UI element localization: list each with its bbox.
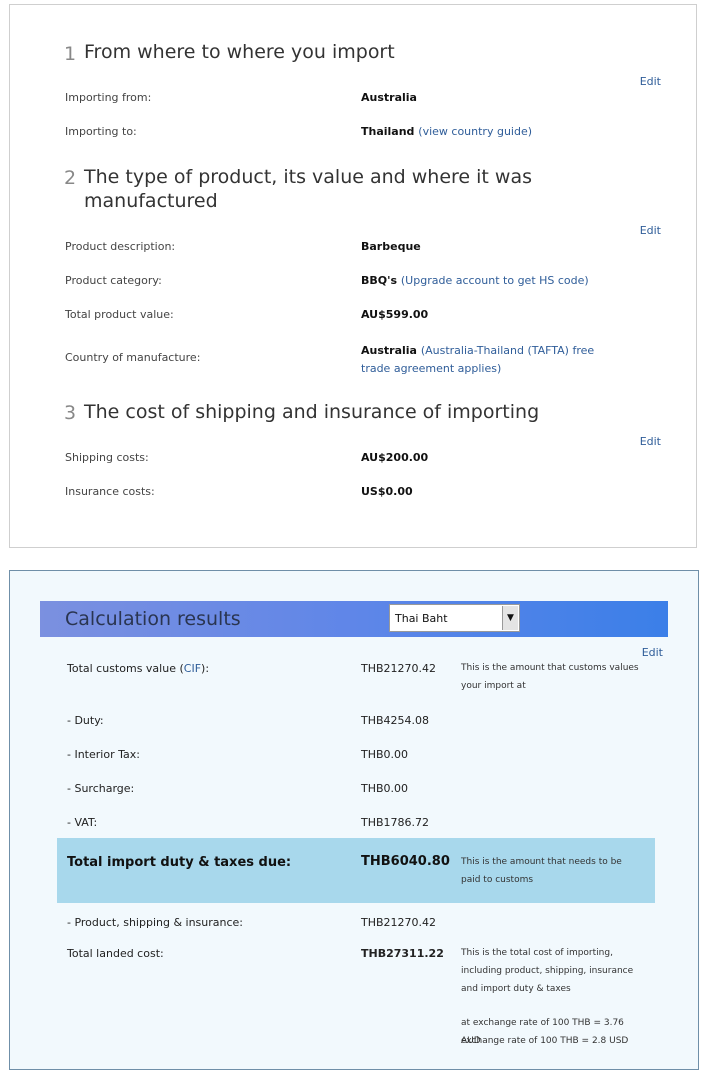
results-header-bar: Calculation results Thai Baht ▼ (40, 601, 668, 637)
total-product-value: AU$599.00 (361, 308, 429, 321)
surcharge-label: - Surcharge: (67, 782, 135, 795)
section-3-heading: 3 (64, 401, 84, 425)
total-landed-cost-value: THB27311.22 (361, 947, 444, 960)
currency-selected-value: Thai Baht (395, 612, 448, 625)
duty-value: THB4254.08 (361, 714, 430, 727)
product-description-value: Barbeque (361, 240, 421, 253)
importing-from-value: Australia (361, 91, 417, 104)
insurance-costs-label: Insurance costs: (65, 485, 155, 498)
edit-product-link[interactable]: Edit (640, 224, 661, 237)
upgrade-account-link[interactable]: (Upgrade account to get HS code) (401, 274, 589, 287)
country-of-manufacture-text: Australia (361, 344, 417, 357)
section-2-heading: 2 (64, 166, 84, 190)
product-category-text: BBQ's (361, 274, 398, 287)
results-title: Calculation results (65, 608, 241, 630)
view-country-guide-link[interactable]: (view country guide) (418, 125, 532, 138)
section-1-heading: 1 (64, 42, 84, 66)
product-category-value: BBQ's (Upgrade account to get HS code) (361, 274, 589, 287)
section-number: 3 (64, 402, 77, 424)
vat-value: THB1786.72 (361, 816, 430, 829)
total-duty-label: Total import duty & taxes due: (67, 855, 292, 870)
product-shipping-insurance-label: - Product, shipping & insurance: (67, 916, 244, 929)
country-of-manufacture-value: Australia (Australia-Thailand (TAFTA) fr… (361, 342, 621, 378)
total-customs-value-label: Total customs value (CIF): (67, 662, 209, 675)
calculation-results-panel: Calculation results Thai Baht ▼ Edit Tot… (9, 570, 699, 1070)
interior-tax-value: THB0.00 (361, 748, 409, 761)
customs-label-text: Total customs value ( (67, 662, 184, 675)
product-shipping-insurance-value: THB21270.42 (361, 916, 437, 929)
importing-to-label: Importing to: (65, 125, 137, 138)
country-of-manufacture-label: Country of manufacture: (65, 351, 201, 364)
edit-shipping-link[interactable]: Edit (640, 435, 661, 448)
landed-cost-note: This is the total cost of importing, inc… (461, 948, 634, 994)
import-summary-panel: 1 From where to where you import Edit Im… (9, 4, 697, 548)
cif-link[interactable]: CIF (184, 662, 201, 675)
section-number: 2 (64, 167, 77, 189)
total-duty-note: This is the amount that needs to be paid… (461, 857, 622, 885)
shipping-costs-value: AU$200.00 (361, 451, 429, 464)
vat-label: - VAT: (67, 816, 98, 829)
product-description-label: Product description: (65, 240, 176, 253)
shipping-costs-label: Shipping costs: (65, 451, 149, 464)
edit-route-link[interactable]: Edit (640, 75, 661, 88)
insurance-costs-value: US$0.00 (361, 485, 413, 498)
total-duty-band: Total import duty & taxes due: THB6040.8… (57, 838, 655, 903)
section-number: 1 (64, 43, 77, 65)
importing-from-label: Importing from: (65, 91, 152, 104)
customs-label-suffix: ): (201, 662, 210, 675)
currency-select[interactable]: Thai Baht ▼ (389, 604, 520, 632)
edit-results-link[interactable]: Edit (642, 646, 663, 659)
section-2-title: The type of product, its value and where… (84, 166, 533, 212)
exchange-rate-usd: exchange rate of 100 THB = 2.8 USD (461, 1036, 629, 1046)
product-category-label: Product category: (65, 274, 162, 287)
importing-to-country: Thailand (361, 125, 415, 138)
importing-to-value: Thailand (view country guide) (361, 125, 532, 138)
total-customs-value: THB21270.42 (361, 662, 437, 675)
section-3-title: The cost of shipping and insurance of im… (84, 401, 540, 423)
total-landed-cost-label: Total landed cost: (67, 947, 164, 960)
total-product-value-label: Total product value: (65, 308, 174, 321)
section-1-title: From where to where you import (84, 41, 395, 63)
customs-value-note: This is the amount that customs values y… (461, 663, 639, 691)
duty-label: - Duty: (67, 714, 104, 727)
surcharge-value: THB0.00 (361, 782, 409, 795)
total-duty-value: THB6040.80 (361, 854, 450, 869)
chevron-down-icon[interactable]: ▼ (502, 606, 518, 630)
interior-tax-label: - Interior Tax: (67, 748, 140, 761)
